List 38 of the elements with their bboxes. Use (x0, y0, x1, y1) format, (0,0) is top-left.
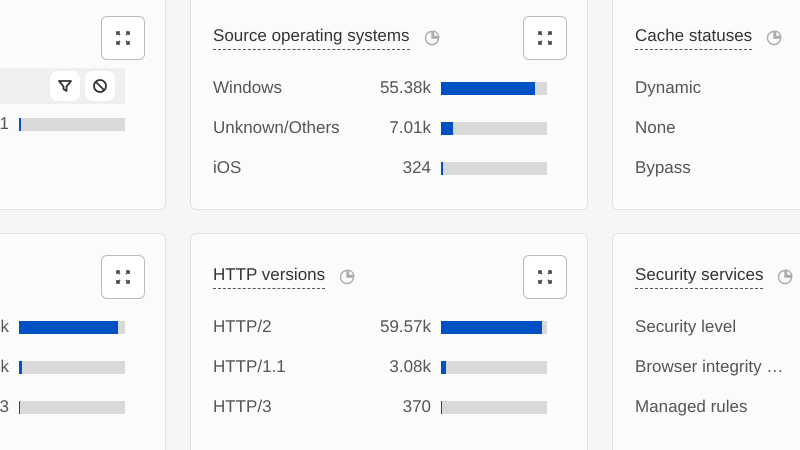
expand-button[interactable] (101, 16, 145, 60)
filter-button[interactable] (50, 71, 80, 101)
row-value: k (0, 317, 9, 337)
row-value: 7.01k (389, 118, 431, 138)
row-value: 3.08k (389, 357, 431, 377)
row-value: 324 (402, 158, 431, 178)
row-value: 55.38k (380, 78, 431, 98)
card-title[interactable]: Security services (635, 265, 764, 289)
row-label: None (635, 118, 677, 138)
row-value: k (0, 357, 9, 377)
card-title[interactable]: HTTP versions (213, 265, 326, 289)
expand-icon (537, 30, 553, 46)
expand-button[interactable] (101, 255, 145, 299)
card-title[interactable]: Source operating systems (213, 26, 410, 50)
row-label: HTTP/1.1 (213, 357, 287, 377)
row-value: 1 (0, 114, 9, 134)
row-value: 59.57k (380, 317, 431, 337)
row-label: Security level (635, 317, 738, 337)
row-label: Windows (213, 78, 283, 98)
card-title[interactable]: Cache statuses (635, 26, 752, 50)
ban-icon (92, 78, 108, 94)
expand-icon (115, 269, 131, 285)
row-label: Dynamic (635, 78, 702, 98)
row-label: Managed rules (635, 397, 748, 417)
row-label: Browser integrity … (635, 357, 784, 377)
row-value: 3 (0, 397, 9, 417)
row-label: Bypass (635, 158, 692, 178)
row-label: HTTP/2 (213, 317, 273, 337)
expand-icon (115, 30, 131, 46)
row-label: iOS (213, 158, 242, 178)
expand-button[interactable] (523, 255, 567, 299)
filter-icon (57, 78, 73, 94)
expand-button[interactable] (523, 16, 567, 60)
expand-icon (537, 269, 553, 285)
exclude-button[interactable] (85, 71, 115, 101)
row-value: 370 (402, 397, 431, 417)
row-label: Unknown/Others (213, 118, 341, 138)
row-label: HTTP/3 (213, 397, 273, 417)
